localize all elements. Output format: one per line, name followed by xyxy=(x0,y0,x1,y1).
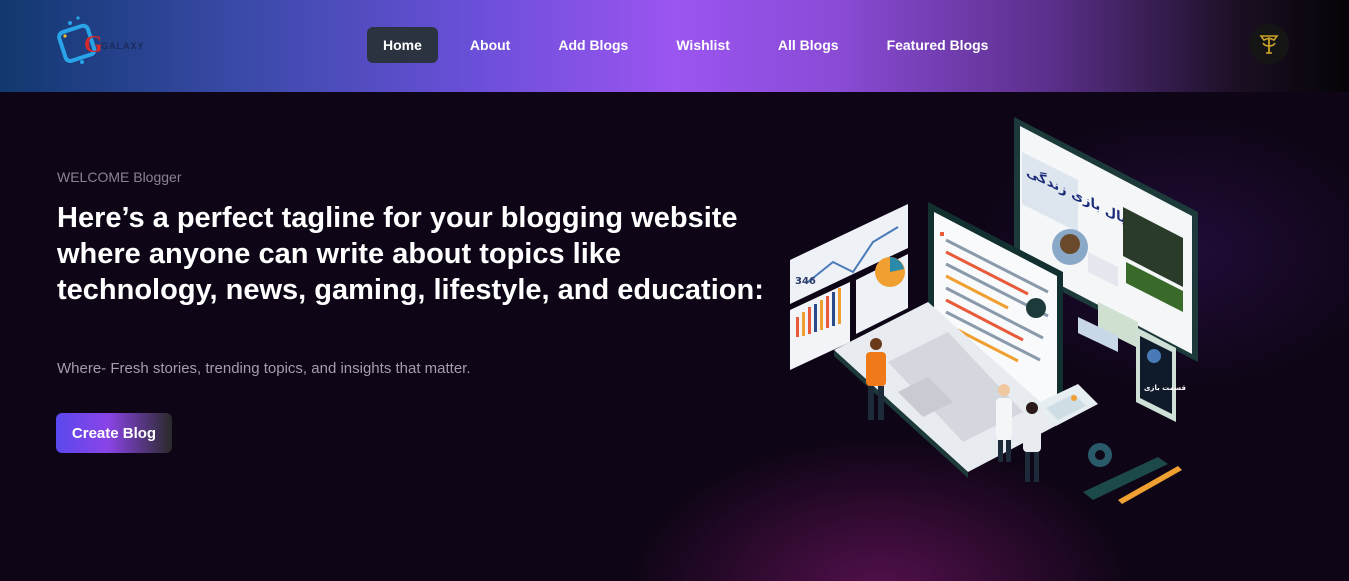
nav-about[interactable]: About xyxy=(454,27,526,63)
galaxy-logo[interactable]: G GALAXY xyxy=(56,14,148,72)
create-blog-button[interactable]: Create Blog xyxy=(56,413,172,453)
isometric-illustration-graphic: سریال بازی زندگی 346 قسمت بازی xyxy=(790,117,1198,504)
svg-text:GALAXY: GALAXY xyxy=(101,41,145,51)
nav-featured-blogs[interactable]: Featured Blogs xyxy=(871,27,1005,63)
gear-graphic xyxy=(1088,443,1112,467)
nav-add-blogs[interactable]: Add Blogs xyxy=(542,27,644,63)
svg-text:قسمت بازی: قسمت بازی xyxy=(1144,384,1186,392)
blogging-illustration: سریال بازی زندگی 346 قسمت بازی xyxy=(778,112,1208,532)
nav-all-blogs[interactable]: All Blogs xyxy=(762,27,855,63)
hero-section: WELCOME Blogger Here’s a perfect tagline… xyxy=(0,92,1349,581)
user-avatar[interactable] xyxy=(1249,24,1289,64)
hero-headline: Here’s a perfect tagline for your bloggi… xyxy=(57,202,764,306)
nav-wishlist[interactable]: Wishlist xyxy=(660,27,746,63)
svg-text:346: 346 xyxy=(795,276,816,287)
galaxy-logo-icon: G GALAXY xyxy=(57,16,145,64)
hero-subtext: Where- Fresh stories, trending topics, a… xyxy=(57,360,471,377)
main-nav: Home About Add Blogs Wishlist All Blogs … xyxy=(367,27,1020,63)
user-avatar-emblem-icon xyxy=(1259,35,1279,54)
welcome-text: WELCOME Blogger xyxy=(57,169,182,185)
navbar: G GALAXY Home About Add Blogs Wishlist A… xyxy=(0,0,1349,92)
nav-home[interactable]: Home xyxy=(367,27,438,63)
